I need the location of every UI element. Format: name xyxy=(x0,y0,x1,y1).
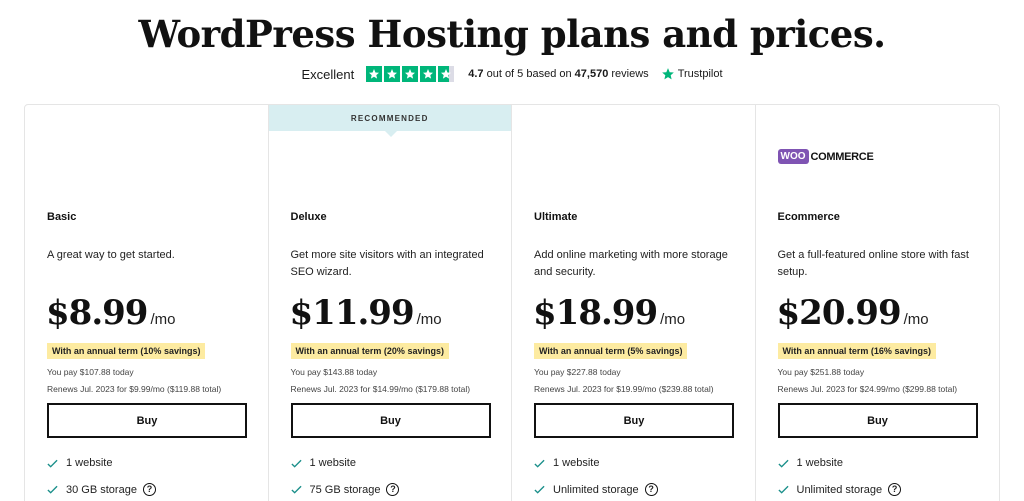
pay-today-note: You pay $227.88 today xyxy=(534,367,621,377)
buy-button-deluxe[interactable]: Buy xyxy=(290,403,491,438)
feature-item: 1 website xyxy=(47,457,112,469)
price-period: /mo xyxy=(903,311,929,328)
plan-card-basic: Basic A great way to get started. $8.99 … xyxy=(25,105,269,501)
savings-badge: With an annual term (16% savings) xyxy=(777,343,936,359)
plan-description: A great way to get started. xyxy=(47,249,175,261)
price-period: /mo xyxy=(660,311,686,328)
savings-badge: With an annual term (5% savings) xyxy=(534,343,688,359)
rating-label: Excellent xyxy=(301,66,355,82)
price-amount: $8.99 xyxy=(46,293,148,333)
price-amount: $11.99 xyxy=(289,293,415,333)
star-half-icon xyxy=(438,66,455,82)
rating-stars xyxy=(366,66,455,82)
plan-name: Deluxe xyxy=(290,211,327,223)
price-period: /mo xyxy=(416,311,442,328)
price-amount: $20.99 xyxy=(776,293,902,333)
renewal-note: Renews Jul. 2023 for $24.99/mo ($299.88 … xyxy=(777,384,958,394)
check-icon xyxy=(534,459,545,468)
trustpilot-logo[interactable]: Trustpilot xyxy=(661,67,723,81)
plan-price: $20.99 /mo xyxy=(777,293,929,333)
feature-item: 1 website xyxy=(534,457,599,469)
feature-item: 30 GB storage ? xyxy=(47,483,156,496)
page-title: WordPress Hosting plans and prices. xyxy=(138,12,886,56)
plan-name: Ecommerce xyxy=(777,211,840,223)
star-icon xyxy=(402,66,419,82)
check-icon xyxy=(777,485,789,494)
trustpilot-rating[interactable]: Excellent 4.7 out of 5 based on 47,570 r… xyxy=(0,66,1024,82)
buy-button-basic[interactable]: Buy xyxy=(47,403,247,438)
woo-logo-text: COMMERCE xyxy=(810,150,874,163)
star-icon xyxy=(420,66,437,82)
plans-grid: Basic A great way to get started. $8.99 … xyxy=(24,104,1000,501)
renewal-note: Renews Jul. 2023 for $19.99/mo ($239.88 … xyxy=(534,384,714,394)
rating-summary: 4.7 out of 5 based on 47,570 reviews xyxy=(468,68,649,80)
pay-today-note: You pay $251.88 today xyxy=(777,367,865,377)
renewal-note: Renews Jul. 2023 for $9.99/mo ($119.88 t… xyxy=(47,384,222,394)
woocommerce-logo: WOO COMMERCE xyxy=(777,149,874,164)
trustpilot-star-icon xyxy=(661,68,674,80)
plan-name: Ultimate xyxy=(534,211,578,223)
pay-today-note: You pay $107.88 today xyxy=(47,367,134,377)
check-icon xyxy=(290,485,302,494)
check-icon xyxy=(290,459,302,468)
help-icon[interactable]: ? xyxy=(644,483,658,496)
woo-logo-bubble: WOO xyxy=(777,149,809,164)
recommended-banner: RECOMMENDED xyxy=(268,105,511,137)
plan-name: Basic xyxy=(47,211,77,223)
plan-price: $18.99 /mo xyxy=(533,293,685,333)
help-icon[interactable]: ? xyxy=(888,483,902,496)
price-amount: $18.99 xyxy=(533,293,658,333)
plan-description: Get more site visitors with an integrate… xyxy=(290,249,484,278)
plan-price: $11.99 /mo xyxy=(290,293,442,333)
star-icon xyxy=(384,66,401,82)
feature-item: 1 website xyxy=(777,457,843,469)
savings-badge: With an annual term (20% savings) xyxy=(290,343,449,359)
help-icon[interactable]: ? xyxy=(386,483,400,496)
feature-item: 75 GB storage ? xyxy=(290,483,400,496)
plan-price: $8.99 /mo xyxy=(46,293,175,333)
feature-item: Unlimited storage ? xyxy=(534,483,658,496)
check-icon xyxy=(777,459,789,468)
feature-item: Unlimited storage ? xyxy=(777,483,902,496)
buy-button-ecommerce[interactable]: Buy xyxy=(777,403,978,438)
buy-button-ultimate[interactable]: Buy xyxy=(534,403,734,438)
plan-description: Add online marketing with more storage a… xyxy=(534,249,728,278)
help-icon[interactable]: ? xyxy=(142,483,156,496)
price-period: /mo xyxy=(150,311,176,328)
star-icon xyxy=(366,66,383,82)
plan-card-ecommerce: WOO COMMERCE Ecommerce Get a full-featur… xyxy=(756,105,1000,501)
check-icon xyxy=(47,485,58,494)
pay-today-note: You pay $143.88 today xyxy=(290,367,378,377)
plan-card-deluxe: RECOMMENDED Deluxe Get more site visitor… xyxy=(268,105,512,501)
plan-card-ultimate: Ultimate Add online marketing with more … xyxy=(512,105,756,501)
check-icon xyxy=(534,485,545,494)
feature-item: 1 website xyxy=(290,457,356,469)
renewal-note: Renews Jul. 2023 for $14.99/mo ($179.88 … xyxy=(290,384,471,394)
savings-badge: With an annual term (10% savings) xyxy=(47,343,206,359)
check-icon xyxy=(47,459,58,468)
plan-description: Get a full-featured online store with fa… xyxy=(777,249,969,278)
